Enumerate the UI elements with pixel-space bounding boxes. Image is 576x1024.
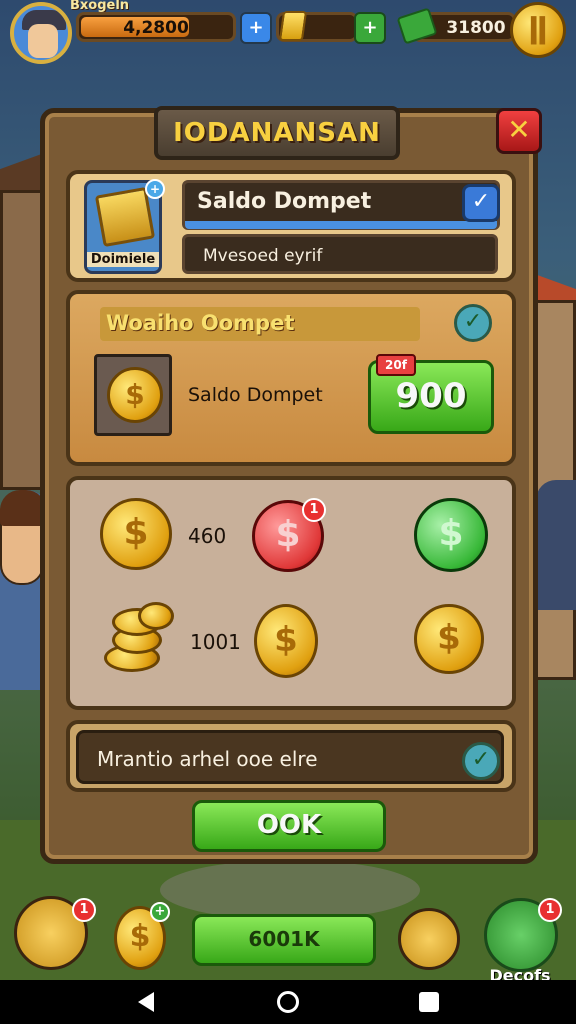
red-coin-badge: 1 — [302, 498, 326, 522]
message-field: Mrantio arhel ooe elre — [76, 730, 504, 784]
green-coin-icon[interactable]: $ — [414, 498, 488, 572]
wallet-title-underline — [185, 221, 497, 229]
back-icon[interactable] — [138, 992, 154, 1012]
wallet-subtitle-field: Mvesoed eyrif — [182, 234, 498, 274]
chest-add-badge: + — [145, 179, 165, 199]
decofs-badge: 1 — [538, 898, 562, 922]
wallet-check-icon[interactable]: ✓ — [462, 184, 500, 222]
chest-icon — [94, 186, 156, 248]
gems-bar — [276, 11, 358, 42]
system-navbar — [0, 980, 576, 1024]
dollar-coin-icon: $ — [107, 367, 163, 423]
cash-value: 31800 — [446, 18, 506, 38]
wallet-subtitle: Mvesoed eyrif — [203, 246, 323, 266]
dialog-title: IODANANSAN — [173, 118, 381, 148]
coins-bar: 4,2800 — [76, 12, 236, 42]
map-badge: 1 — [72, 898, 96, 922]
wallet-title: Saldo Dompet — [197, 189, 372, 214]
wallet-chest-card[interactable]: + Doimiele — [84, 179, 165, 274]
avatar-face — [28, 24, 58, 58]
offer-title: Woaiho Oompet — [100, 307, 420, 341]
center-action-button[interactable]: 6001K — [192, 914, 376, 966]
coin-add-badge: + — [150, 902, 170, 922]
pause-coin-button[interactable]: ǁ — [510, 2, 566, 58]
offer-label: Saldo Dompet — [188, 384, 323, 406]
wallet-title-field: Saldo Dompet — [182, 180, 500, 230]
player-avatar[interactable] — [10, 2, 72, 64]
bg-path — [160, 860, 420, 920]
gem-icon — [278, 11, 308, 41]
price-tag-badge: 20f — [376, 354, 416, 376]
pause-icon: ǁ — [528, 11, 548, 46]
dialog-title-plate: IODANANSAN — [154, 106, 400, 160]
add-coins-button[interactable]: + — [240, 12, 272, 44]
coin-amount-2: 1001 — [190, 630, 241, 654]
add-gems-button[interactable]: + — [354, 12, 386, 44]
home-icon[interactable] — [277, 991, 299, 1013]
chest-label: Doimiele — [87, 252, 159, 267]
top-hud: Bxogeln 4,2800 + + 31800 ǁ — [0, 0, 576, 70]
offer-check-icon[interactable]: ✓ — [454, 304, 492, 342]
coin-amount-1: 460 — [188, 524, 227, 548]
bg-character-right — [536, 480, 576, 610]
gold-coin-icon-3[interactable]: $ — [414, 604, 484, 674]
gold-coin-icon-2[interactable]: $ — [254, 604, 318, 678]
coin-stack-icon — [138, 602, 174, 630]
close-button[interactable]: ✕ — [496, 108, 542, 154]
message-text: Mrantio arhel ooe elre — [97, 747, 318, 771]
offer-item-slot: $ — [94, 354, 172, 436]
message-check-icon[interactable]: ✓ — [462, 742, 500, 780]
gold-coin-icon[interactable]: $ — [100, 498, 172, 570]
coins-value: 4,2800 — [123, 18, 189, 38]
chest-shop-button[interactable] — [398, 908, 460, 970]
recent-apps-icon[interactable] — [419, 992, 439, 1012]
ok-button[interactable]: OOK — [192, 800, 386, 852]
